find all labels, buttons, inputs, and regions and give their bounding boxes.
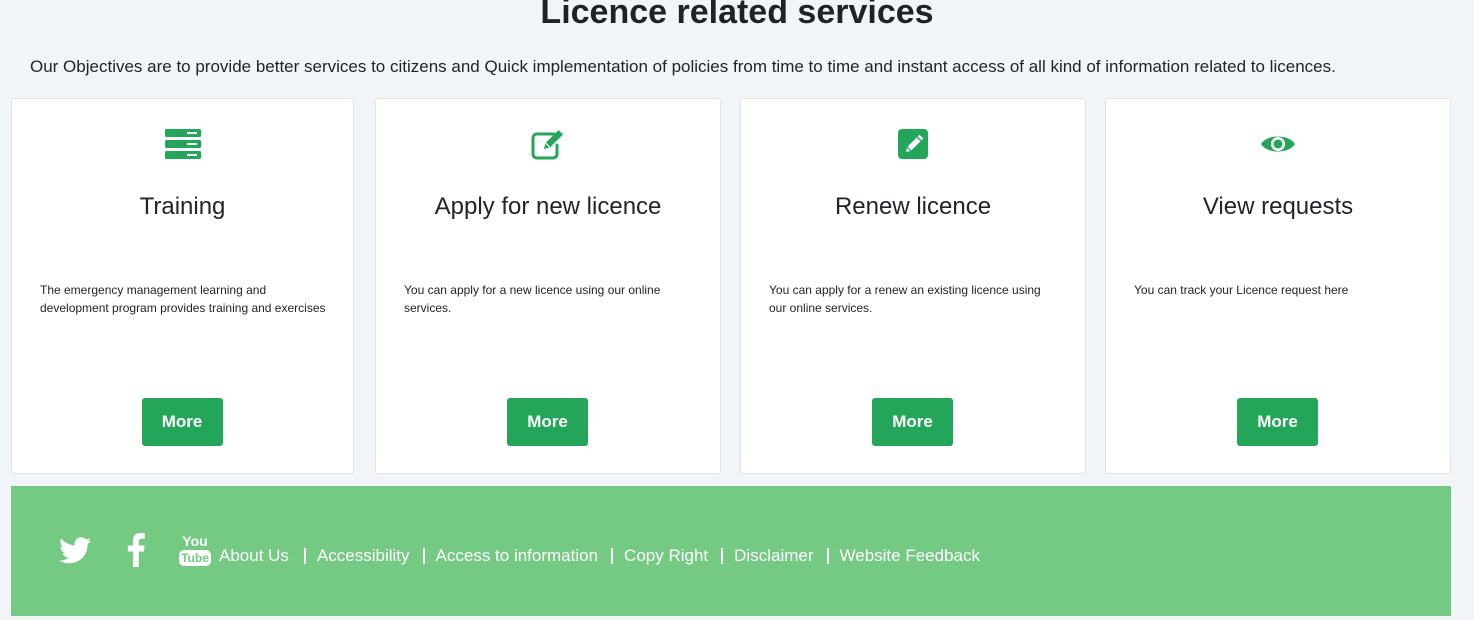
view-more-button[interactable]: More [1237,398,1318,446]
services-cards: Training The emergency management learni… [11,98,1451,476]
card-description: You can apply for a renew an existing li… [769,283,1041,315]
youtube-logo-text-top: You [182,533,208,549]
footer-link-disclaimer[interactable]: Disclaimer [734,542,813,570]
separator [721,548,724,564]
separator [826,548,829,564]
card-description: The emergency management learning and de… [40,283,326,315]
separator [611,548,614,564]
footer-link-accessibility[interactable]: Accessibility [317,542,410,570]
service-card-view: View requests You can track your Licence… [1105,98,1451,474]
renew-more-button[interactable]: More [872,398,953,446]
card-description: You can apply for a new licence using ou… [404,283,661,315]
service-card-training: Training The emergency management learni… [11,98,354,474]
intro-text: Our Objectives are to provide better ser… [30,57,1336,76]
card-title: Training [139,193,226,220]
youtube-icon[interactable]: You Tube [179,530,211,570]
server-icon [164,125,202,163]
card-title: Renew licence [834,193,992,220]
separator [422,548,425,564]
card-description: You can track your Licence request here [1134,283,1349,297]
footer-link-access-to-information[interactable]: Access to information [436,542,599,570]
footer: You Tube About Us Accessibility Access t… [11,486,1451,616]
pencil-square-icon [894,125,932,163]
youtube-logo-text-bottom: Tube [179,550,211,566]
footer-link-website-feedback[interactable]: Website Feedback [840,542,980,570]
card-title: Apply for new licence [434,193,662,220]
footer-link-copy-right[interactable]: Copy Right [624,542,708,570]
facebook-icon[interactable] [125,530,147,570]
eye-icon [1259,125,1297,163]
apply-more-button[interactable]: More [507,398,588,446]
card-title: View requests [1202,193,1354,220]
page-title: Licence related services [540,0,934,31]
twitter-icon[interactable] [57,530,93,570]
footer-links: About Us Accessibility Access to informa… [219,542,980,570]
footer-link-about-us[interactable]: About Us [219,542,289,570]
service-card-apply: Apply for new licence You can apply for … [375,98,721,474]
separator [303,548,306,564]
edit-icon [529,125,567,163]
training-more-button[interactable]: More [141,398,223,446]
service-card-renew: Renew licence You can apply for a renew … [740,98,1086,474]
